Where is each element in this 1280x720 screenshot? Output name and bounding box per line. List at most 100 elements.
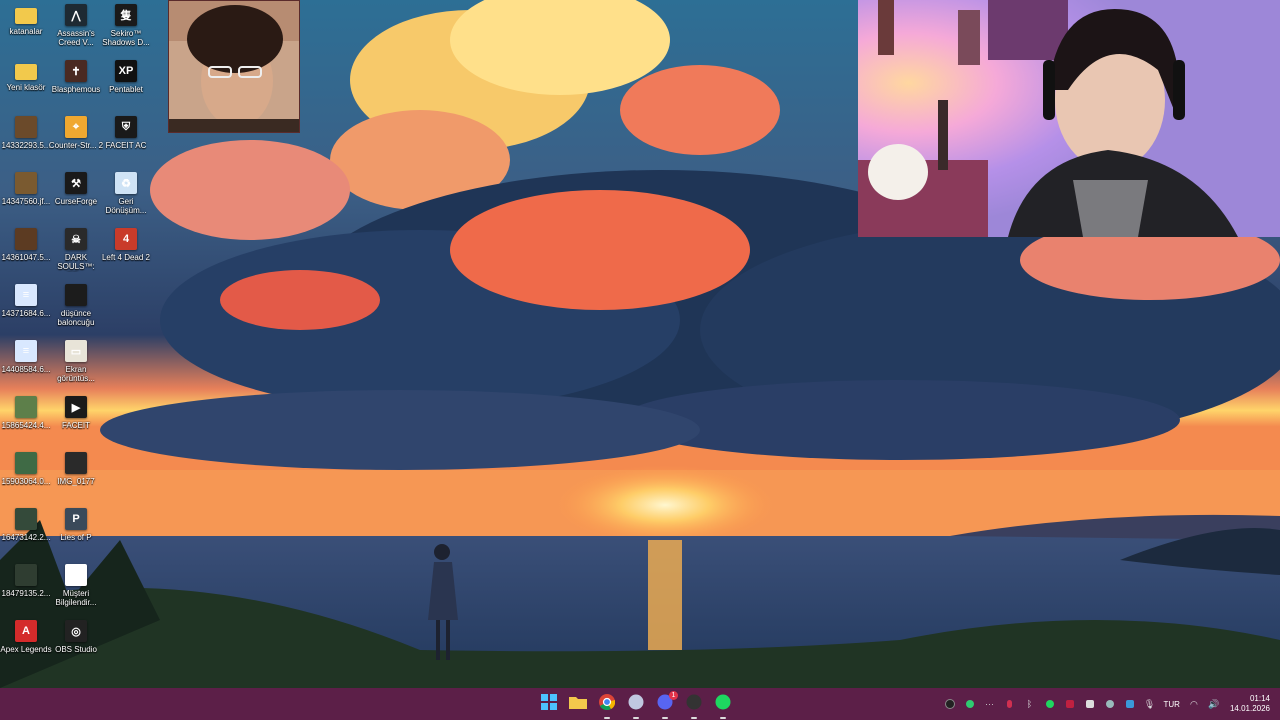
desktop-icon[interactable]: 4 Left 4 Dead 2 xyxy=(100,224,152,278)
desktop-icon-label: 15903064.0... xyxy=(1,477,51,486)
taskbar-chrome-button[interactable] xyxy=(596,693,618,719)
tray-app-icon-2[interactable] xyxy=(1063,697,1077,711)
tray-shield-icon[interactable] xyxy=(1123,697,1137,711)
image-file-icon xyxy=(65,284,87,306)
desktop-icon[interactable]: 14332293.5... xyxy=(0,112,52,166)
desktop-icon-label: 14347560.jf... xyxy=(1,197,51,206)
desktop-icon[interactable]: ◎ OBS Studio xyxy=(50,616,102,670)
desktop-icon[interactable]: IMG_0177 xyxy=(50,448,102,502)
desktop-icon[interactable]: katanalar xyxy=(0,0,52,54)
tray-bluetooth-icon[interactable]: ᛒ xyxy=(1023,697,1037,711)
recycle-bin-icon: ♻ xyxy=(115,172,137,194)
desktop-icon[interactable]: ✝ Blasphemous xyxy=(50,56,102,110)
tray-volume-icon[interactable]: 🔊 xyxy=(1207,697,1221,711)
desktop-icon-label: 14332293.5... xyxy=(1,141,51,150)
blasphemous-icon: ✝ xyxy=(65,60,87,82)
desktop-icon[interactable]: düşünce baloncuğu xyxy=(50,280,102,334)
folder-icon xyxy=(15,64,37,80)
desktop-icon-label: düşünce baloncuğu xyxy=(57,309,95,327)
tray-spotify-icon[interactable] xyxy=(1043,697,1057,711)
tray-status-icon[interactable] xyxy=(963,697,977,711)
desktop-icon-label: katanalar xyxy=(9,27,43,36)
desktop-icon-label: Yeni klasör xyxy=(6,83,46,92)
desktop-icon[interactable]: Yeni klasör xyxy=(0,56,52,110)
folder-icon xyxy=(569,695,587,714)
desktop-icon-label: Counter-Str... 2 xyxy=(48,141,104,150)
desktop-icon[interactable]: ≡ 14371684.6... xyxy=(0,280,52,334)
taskbar-app-button[interactable] xyxy=(625,693,647,719)
document-icon: ≡ xyxy=(15,284,37,306)
folder-icon xyxy=(15,8,37,24)
tray-app-icon-1[interactable] xyxy=(943,697,957,711)
webcam-overlay-large xyxy=(858,0,1280,237)
tray-app-icon-3[interactable] xyxy=(1083,697,1097,711)
desktop-icon[interactable]: ☠ DARK SOULS™: RE... xyxy=(50,224,102,278)
chrome-icon xyxy=(599,693,616,715)
tray-more-icon[interactable]: ··· xyxy=(983,697,997,711)
taskbar-discord-button[interactable]: 1 xyxy=(654,691,678,719)
taskbar-start-button[interactable] xyxy=(538,693,560,715)
image-file-icon xyxy=(65,452,87,474)
obs-studio-icon: ◎ xyxy=(65,620,87,642)
desktop-icon-label: 18479135.2... xyxy=(1,589,51,598)
assassins-creed-icon: ⋀ xyxy=(65,4,87,26)
desktop-icon[interactable]: 14347560.jf... xyxy=(0,168,52,222)
taskbar-obs-button[interactable] xyxy=(683,693,705,719)
tray-microphone-icon[interactable]: 🎙 xyxy=(1143,697,1157,711)
desktop-icon-label: Geri Dönüşüm... xyxy=(105,197,147,215)
image-file-icon xyxy=(15,452,37,474)
desktop-icon[interactable]: ≡ 14408584.6... xyxy=(0,336,52,390)
desktop-icon-label: 15865424.4... xyxy=(1,421,51,430)
desktop-icon[interactable]: 隻 Sekiro™ Shadows D... xyxy=(100,0,152,54)
desktop-icon[interactable]: ▶ FACEIT xyxy=(50,392,102,446)
taskbar-file-explorer-button[interactable] xyxy=(567,693,589,715)
webcam-overlay-small xyxy=(168,0,300,133)
desktop-icon[interactable]: XP Pentablet xyxy=(100,56,152,110)
desktop-icon[interactable]: ≡ Müşteri Bilgilendir... xyxy=(50,560,102,614)
desktop-icon[interactable]: 15865424.4... xyxy=(0,392,52,446)
desktop-icon[interactable]: ⌖ Counter-Str... 2 xyxy=(48,112,104,166)
desktop-icon-label: Blasphemous xyxy=(51,85,101,94)
desktop-icon[interactable]: ⋀ Assassin's Creed V... xyxy=(50,0,102,54)
system-tray: ··· ᛒ 🎙 TUR ◠ 🔊 01:14 14.01.2026 xyxy=(940,688,1280,720)
desktop-icon[interactable]: 15903064.0... xyxy=(0,448,52,502)
tray-wifi-icon[interactable]: ◠ xyxy=(1187,697,1201,711)
desktop-icon-label: Apex Legends xyxy=(0,645,52,654)
document-icon: ≡ xyxy=(15,340,37,362)
puzzle-app-icon xyxy=(628,694,644,715)
document-icon: ≡ xyxy=(65,564,87,586)
clock-date: 14.01.2026 xyxy=(1229,704,1270,713)
desktop-icon[interactable]: 18479135.2... xyxy=(0,560,52,614)
faceit-icon: ▶ xyxy=(65,396,87,418)
desktop-icon[interactable]: ▭ Ekran görüntüs... xyxy=(50,336,102,390)
desktop-icon[interactable]: A Apex Legends xyxy=(0,616,52,670)
windows-start-icon xyxy=(541,693,557,715)
notification-badge: 1 xyxy=(669,691,678,700)
screenshot-file-icon: ▭ xyxy=(65,340,87,362)
counter-strike-icon: ⌖ xyxy=(65,116,87,138)
spotify-icon xyxy=(715,694,731,715)
tray-mic-icon[interactable] xyxy=(1003,697,1017,711)
desktop-icon-label: Assassin's Creed V... xyxy=(57,29,95,47)
tray-language[interactable]: TUR xyxy=(1164,700,1180,709)
desktop-icon[interactable]: P Lies of P xyxy=(50,504,102,558)
desktop-icon-label: Pentablet xyxy=(109,85,143,94)
taskbar-clock[interactable]: 01:14 14.01.2026 xyxy=(1230,694,1270,714)
image-file-icon xyxy=(15,116,37,138)
tray-steam-icon[interactable] xyxy=(1103,697,1117,711)
desktop-icon[interactable]: 16473142.2... xyxy=(0,504,52,558)
apex-legends-icon: A xyxy=(15,620,37,642)
desktop-icon-label: FACEIT xyxy=(61,421,90,430)
sekiro-icon: 隻 xyxy=(115,4,137,26)
taskbar-spotify-button[interactable] xyxy=(712,693,734,719)
taskbar: 1 ··· ᛒ 🎙 TUR ◠ 🔊 01:14 14.01.2026 xyxy=(0,688,1280,720)
image-file-icon xyxy=(15,508,37,530)
obs-studio-icon xyxy=(686,694,702,715)
left4dead2-icon: 4 xyxy=(115,228,137,250)
desktop-icon[interactable]: ⚒ CurseForge xyxy=(50,168,102,222)
desktop-icon[interactable]: ♻ Geri Dönüşüm... xyxy=(100,168,152,222)
desktop-icon-label: Ekran görüntüs... xyxy=(57,365,95,383)
desktop-icon[interactable]: 14361047.5... xyxy=(0,224,52,278)
desktop-icon[interactable]: ⛨ FACEIT AC xyxy=(100,112,152,166)
image-file-icon xyxy=(15,172,37,194)
